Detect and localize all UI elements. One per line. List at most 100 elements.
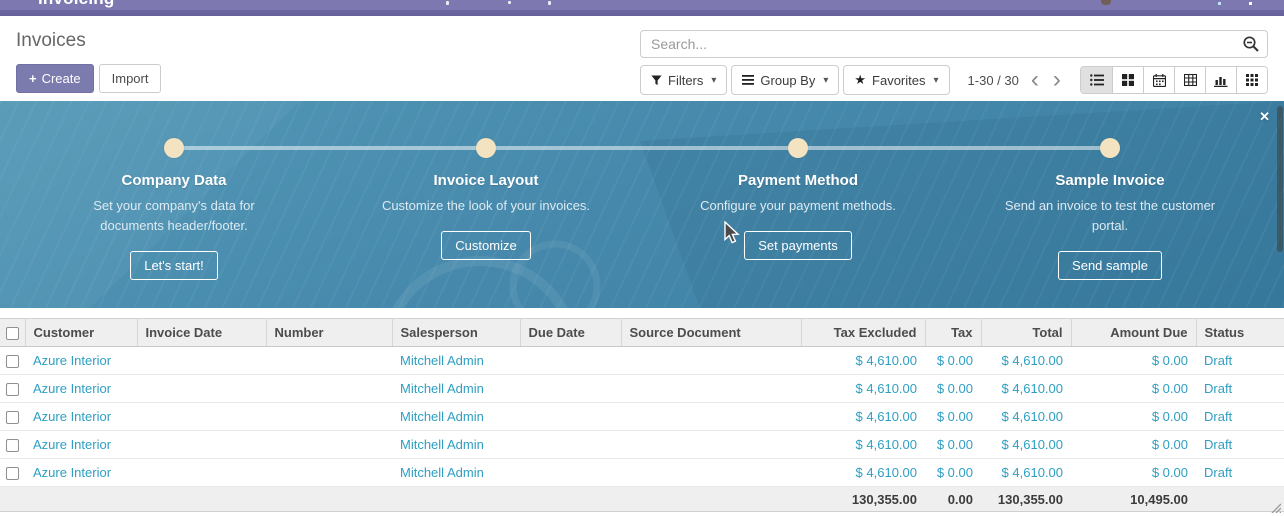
cell-invoice-date — [137, 375, 266, 403]
cell-total: $ 4,610.00 — [981, 459, 1071, 487]
calendar-view-icon — [1153, 74, 1166, 87]
totals-empty — [266, 487, 392, 512]
column-header-total[interactable]: Total — [981, 319, 1071, 347]
cell-total: $ 4,610.00 — [981, 347, 1071, 375]
pager-range: 1-30 / 30 — [968, 73, 1019, 88]
cell-number — [266, 347, 392, 375]
table-row[interactable]: Azure Interior Mitchell Admin $ 4,610.00… — [0, 403, 1284, 431]
pager-next-icon[interactable]: › — [1051, 70, 1063, 90]
activity-view-button[interactable] — [1236, 67, 1267, 93]
column-header-tax-excluded[interactable]: Tax Excluded — [801, 319, 925, 347]
cell-invoice-date — [137, 459, 266, 487]
plus-icon: + — [29, 71, 37, 86]
set-payments-button[interactable]: Set payments — [744, 231, 852, 260]
banner-close-icon[interactable]: ✕ — [1259, 109, 1270, 125]
onboarding-banner: ✕ Company Data Set your company's data f… — [0, 101, 1284, 308]
pivot-view-icon — [1184, 74, 1197, 86]
cell-total: $ 4,610.00 — [981, 403, 1071, 431]
table-row[interactable]: Azure Interior Mitchell Admin $ 4,610.00… — [0, 347, 1284, 375]
onboarding-step-company-data: Company Data Set your company's data for… — [18, 101, 330, 308]
row-checkbox[interactable] — [6, 411, 19, 424]
column-header-source-document[interactable]: Source Document — [621, 319, 801, 347]
total-tax-excluded: 130,355.00 — [801, 487, 925, 512]
cell-amount-due: $ 0.00 — [1071, 403, 1196, 431]
totals-empty — [137, 487, 266, 512]
create-button[interactable]: + Create — [16, 64, 94, 93]
control-panel: Invoices + Create Import — [0, 16, 1284, 101]
view-switcher — [1080, 66, 1268, 94]
row-checkbox[interactable] — [6, 383, 19, 396]
column-header-amount-due[interactable]: Amount Due — [1071, 319, 1196, 347]
totals-empty — [392, 487, 520, 512]
graph-view-button[interactable] — [1205, 67, 1236, 93]
cell-tax: $ 0.00 — [925, 347, 981, 375]
menu-text-fragment — [446, 1, 449, 5]
favorites-label: Favorites — [872, 73, 925, 88]
step-dot — [1100, 138, 1120, 158]
column-header-invoice-date[interactable]: Invoice Date — [137, 319, 266, 347]
cell-source-document — [621, 375, 801, 403]
filters-button[interactable]: Filters ▾ — [640, 65, 727, 95]
totals-empty — [520, 487, 621, 512]
kanban-view-button[interactable] — [1112, 67, 1143, 93]
cell-source-document — [621, 431, 801, 459]
pivot-view-button[interactable] — [1174, 67, 1205, 93]
table-row[interactable]: Azure Interior Mitchell Admin $ 4,610.00… — [0, 459, 1284, 487]
import-button[interactable]: Import — [99, 64, 162, 93]
send-sample-button[interactable]: Send sample — [1058, 251, 1162, 280]
menu-text-fragment — [508, 1, 511, 4]
navbar-icon-fragment — [1218, 2, 1221, 5]
cell-tax: $ 0.00 — [925, 403, 981, 431]
search-magnifier-icon[interactable] — [1242, 35, 1260, 53]
vertical-scrollbar-thumb[interactable] — [1277, 106, 1283, 252]
cell-total: $ 4,610.00 — [981, 375, 1071, 403]
cell-invoice-date — [137, 347, 266, 375]
table-row[interactable]: Azure Interior Mitchell Admin $ 4,610.00… — [0, 375, 1284, 403]
app-menu-button[interactable]: Invoicing — [38, 0, 114, 9]
user-avatar — [1101, 0, 1111, 5]
row-checkbox[interactable] — [6, 355, 19, 368]
cell-tax: $ 0.00 — [925, 459, 981, 487]
column-header-customer[interactable]: Customer — [25, 319, 137, 347]
calendar-view-button[interactable] — [1143, 67, 1174, 93]
cell-status: Draft — [1196, 347, 1284, 375]
column-header-due-date[interactable]: Due Date — [520, 319, 621, 347]
lets-start-button[interactable]: Let's start! — [130, 251, 218, 280]
select-all-cell — [0, 319, 25, 347]
group-by-button[interactable]: Group By ▾ — [731, 65, 839, 95]
customize-button[interactable]: Customize — [441, 231, 530, 260]
cell-customer: Azure Interior — [25, 347, 137, 375]
totals-empty — [621, 487, 801, 512]
row-checkbox[interactable] — [6, 467, 19, 480]
step-title: Payment Method — [738, 172, 858, 189]
group-by-label: Group By — [760, 73, 815, 88]
column-header-status[interactable]: Status — [1196, 319, 1284, 347]
star-icon: ★ — [854, 72, 866, 88]
caret-down-icon: ▾ — [823, 75, 828, 86]
select-all-checkbox[interactable] — [6, 327, 19, 340]
favorites-button[interactable]: ★ Favorites ▾ — [843, 65, 949, 95]
cell-due-date — [520, 375, 621, 403]
total-tax: 0.00 — [925, 487, 981, 512]
resize-grip-icon[interactable] — [1269, 501, 1281, 513]
step-title: Company Data — [121, 172, 226, 189]
column-header-salesperson[interactable]: Salesperson — [392, 319, 520, 347]
column-header-number[interactable]: Number — [266, 319, 392, 347]
search-input[interactable] — [640, 30, 1268, 58]
column-header-tax[interactable]: Tax — [925, 319, 981, 347]
cell-invoice-date — [137, 431, 266, 459]
filter-funnel-icon — [651, 75, 662, 86]
list-view-button[interactable] — [1081, 67, 1112, 93]
caret-down-icon: ▾ — [934, 75, 939, 86]
row-select-cell — [0, 347, 25, 375]
cell-tax-excluded: $ 4,610.00 — [801, 459, 925, 487]
cell-customer: Azure Interior — [25, 459, 137, 487]
row-checkbox[interactable] — [6, 439, 19, 452]
cell-amount-due: $ 0.00 — [1071, 431, 1196, 459]
step-title: Sample Invoice — [1055, 172, 1164, 189]
step-description: Set your company's data for documents he… — [63, 196, 285, 236]
menu-text-fragment — [548, 1, 551, 5]
table-row[interactable]: Azure Interior Mitchell Admin $ 4,610.00… — [0, 431, 1284, 459]
invoice-list: Customer Invoice Date Number Salesperson… — [0, 318, 1284, 512]
pager-previous-icon[interactable]: ‹ — [1029, 70, 1041, 90]
